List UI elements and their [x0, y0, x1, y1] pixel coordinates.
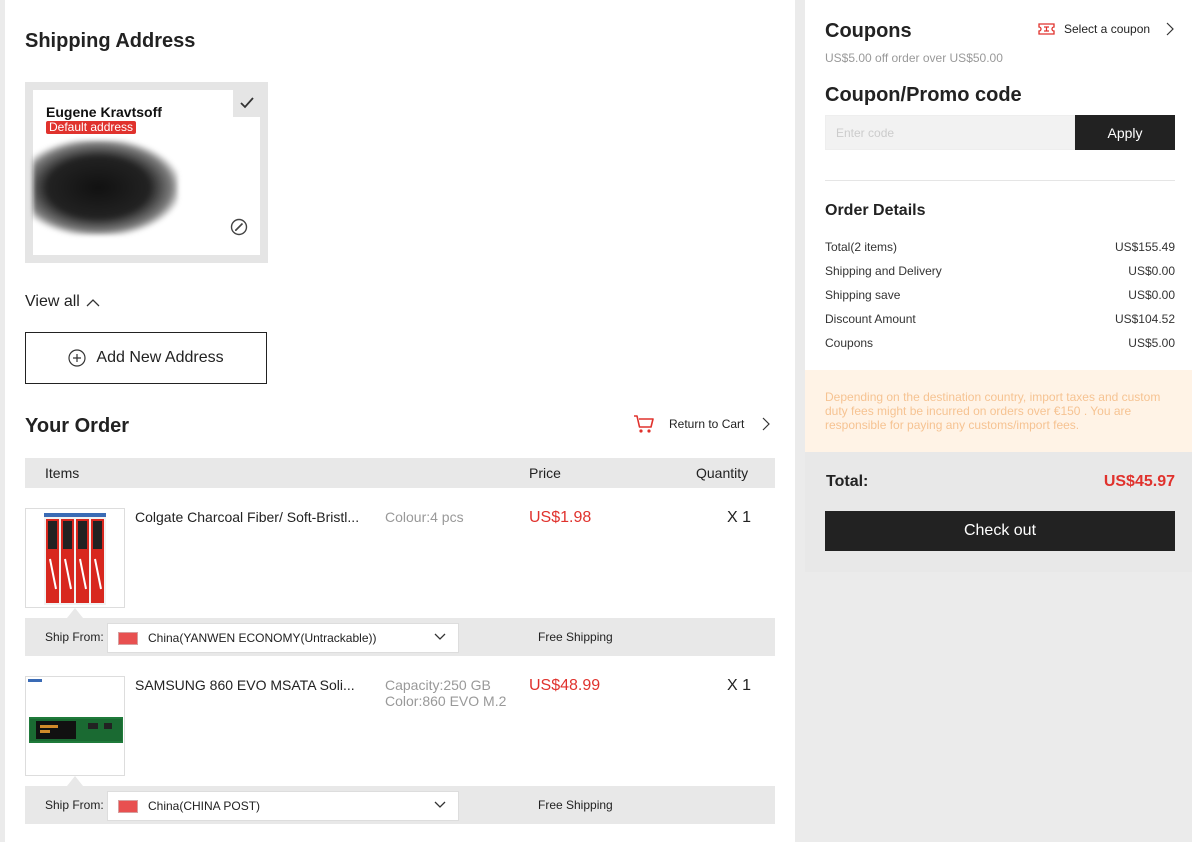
order-detail-row: Shipping and Delivery US$0.00	[825, 264, 1175, 278]
promo-code-title: Coupon/Promo code	[825, 84, 1022, 106]
total-section: Total: US$45.97 Check out	[805, 452, 1192, 572]
product-thumbnail[interactable]	[25, 508, 125, 608]
shipping-address-title: Shipping Address	[25, 30, 196, 52]
promo-code-input[interactable]	[825, 115, 1075, 150]
ship-from-label: Ship From:	[45, 798, 104, 812]
edit-address-icon[interactable]	[230, 218, 248, 241]
shipping-cost: Free Shipping	[538, 630, 613, 644]
view-all-addresses-toggle[interactable]: View all	[25, 293, 100, 311]
product-attributes: Colour:4 pcs	[385, 509, 464, 525]
thumbnail-pointer	[67, 776, 83, 786]
order-detail-label: Coupons	[825, 336, 874, 350]
order-detail-row: Total(2 items) US$155.49	[825, 240, 1175, 254]
chevron-right-icon	[762, 417, 771, 431]
product-name[interactable]: SAMSUNG 860 EVO MSATA Soli...	[135, 677, 365, 693]
order-item: Colgate Charcoal Fiber/ Soft-Bristl... C…	[25, 508, 775, 618]
ship-from-row: Ship From: China(CHINA POST) Free Shippi…	[25, 786, 775, 824]
add-new-address-label: Add New Address	[96, 349, 224, 366]
column-quantity: Quantity	[696, 465, 749, 481]
selected-check-icon	[233, 89, 261, 117]
cart-icon	[634, 415, 654, 433]
coupon-ticket-icon	[1038, 23, 1055, 35]
column-price: Price	[529, 465, 561, 481]
add-new-address-button[interactable]: Add New Address	[25, 332, 267, 384]
shipping-cost: Free Shipping	[538, 798, 613, 812]
return-to-cart-link[interactable]: Return to Cart	[633, 414, 771, 434]
product-attribute: Capacity:250 GB	[385, 677, 491, 693]
order-detail-row: Shipping save US$0.00	[825, 288, 1175, 302]
order-detail-label: Discount Amount	[825, 312, 916, 326]
chevron-down-icon	[434, 801, 446, 808]
order-detail-value: US$104.52	[1114, 312, 1175, 326]
address-card-body: Eugene Kravtsoff Default address	[33, 89, 261, 255]
order-details-title: Order Details	[825, 202, 926, 219]
shipping-method-value: China(YANWEN ECONOMY(Untrackable))	[148, 631, 377, 645]
total-amount: US$45.97	[1103, 473, 1175, 490]
product-quantity: X 1	[727, 677, 752, 694]
order-detail-label: Shipping save	[825, 288, 901, 302]
order-summary-panel: Coupons Select a coupon US$5.00 off orde…	[805, 0, 1192, 572]
coupon-description: US$5.00 off order over US$50.00	[825, 51, 1003, 65]
address-card[interactable]: Eugene Kravtsoff Default address	[25, 82, 268, 263]
ship-from-row: Ship From: China(YANWEN ECONOMY(Untracka…	[25, 618, 775, 656]
address-recipient-name: Eugene Kravtsoff	[46, 104, 162, 120]
total-label: Total:	[826, 473, 869, 490]
select-coupon-label: Select a coupon	[1064, 22, 1151, 36]
product-quantity: X 1	[727, 509, 752, 526]
order-detail-row: Discount Amount US$104.52	[825, 312, 1175, 326]
china-flag-icon	[118, 631, 138, 645]
chevron-up-icon	[86, 298, 100, 306]
product-attributes: Capacity:250 GB Color:860 EVO M.2	[385, 677, 506, 709]
return-to-cart-label: Return to Cart	[669, 417, 745, 431]
apply-promo-button[interactable]: Apply	[1075, 115, 1175, 150]
order-item: SAMSUNG 860 EVO MSATA Soli... Capacity:2…	[25, 676, 775, 786]
checkout-main-column: Shipping Address Eugene Kravtsoff Defaul…	[5, 0, 795, 842]
chevron-right-icon	[1166, 22, 1174, 36]
product-attribute: Color:860 EVO M.2	[385, 693, 507, 709]
your-order-title: Your Order	[25, 415, 130, 437]
shipping-method-value: China(CHINA POST)	[148, 799, 261, 813]
order-detail-label: Shipping and Delivery	[825, 264, 942, 278]
product-attribute: Colour:4 pcs	[385, 509, 464, 525]
order-detail-value: US$0.00	[1128, 288, 1175, 302]
default-address-badge: Default address	[46, 121, 137, 134]
order-detail-label: Total(2 items)	[825, 240, 898, 254]
shipping-method-select[interactable]: China(CHINA POST)	[107, 791, 459, 821]
coupons-title: Coupons	[825, 20, 912, 42]
plus-circle-icon	[68, 349, 87, 367]
section-divider	[825, 180, 1175, 181]
order-detail-value: US$5.00	[1128, 336, 1175, 350]
redacted-address-details	[33, 140, 178, 235]
customs-notice: Depending on the destination country, im…	[805, 370, 1192, 452]
order-detail-value: US$155.49	[1114, 240, 1175, 254]
view-all-label: View all	[25, 293, 80, 310]
checkout-button[interactable]: Check out	[825, 511, 1175, 551]
order-table-header: Items Price Quantity	[25, 458, 775, 488]
column-items: Items	[45, 465, 80, 481]
product-name[interactable]: Colgate Charcoal Fiber/ Soft-Bristl...	[135, 509, 365, 525]
chevron-down-icon	[434, 633, 446, 640]
ship-from-label: Ship From:	[45, 630, 104, 644]
thumbnail-pointer	[67, 608, 83, 618]
select-coupon-link[interactable]: Select a coupon	[1038, 22, 1174, 36]
order-detail-row: Coupons US$5.00	[825, 336, 1175, 350]
china-flag-icon	[118, 799, 138, 813]
order-detail-value: US$0.00	[1128, 264, 1175, 278]
product-thumbnail[interactable]	[25, 676, 125, 776]
shipping-method-select[interactable]: China(YANWEN ECONOMY(Untrackable))	[107, 623, 459, 653]
product-price: US$1.98	[529, 509, 592, 526]
product-price: US$48.99	[529, 677, 601, 694]
